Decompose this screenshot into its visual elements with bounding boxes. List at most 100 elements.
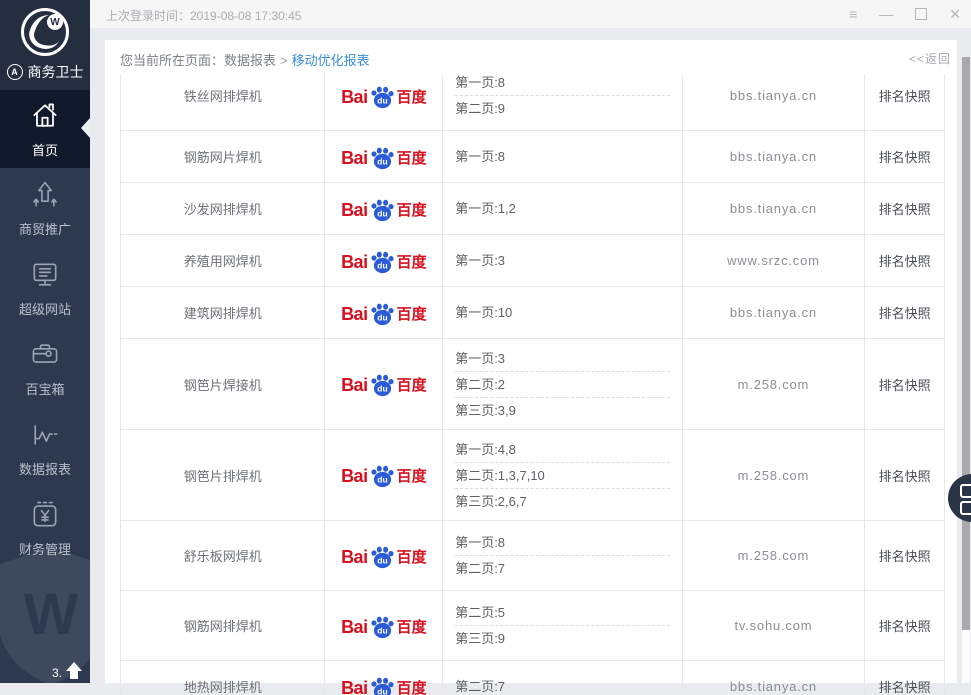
baidu-paw-icon: du: [369, 464, 396, 488]
table-row: 地热网排焊机 Bai du 百度 第二页:7 bbs.tianya.cn 排名快…: [121, 661, 944, 695]
sidebar-item-label: 商贸推广: [19, 219, 71, 238]
promotion-icon: [28, 178, 62, 212]
back-button[interactable]: <<返回: [909, 50, 951, 67]
main-panel: 您当前所在页面：数据报表>移动优化报表 <<返回 铁丝网排焊机 Bai du 百…: [105, 40, 957, 683]
last-login-time: 上次登录时间：2019-08-08 17:30:45: [106, 7, 301, 24]
svg-text:du: du: [377, 384, 387, 394]
snapshot-link[interactable]: 排名快照: [865, 339, 944, 429]
rankings-cell: 第一页:4,8第二页:1,3,7,10第三页:2,6,7: [443, 430, 682, 520]
rankings-cell: 第一页:8: [443, 131, 682, 182]
domain-cell: bbs.tianya.cn: [683, 661, 866, 695]
close-icon[interactable]: ✕: [949, 7, 961, 21]
baidu-paw-icon: du: [369, 85, 396, 109]
scrollbar-thumb[interactable]: [962, 57, 970, 630]
engine-cell: Bai du 百度: [325, 183, 443, 234]
ranking-line: 第一页:8: [455, 144, 669, 169]
keyword-cell: 建筑网排焊机: [121, 287, 325, 338]
snapshot-link[interactable]: 排名快照: [865, 235, 944, 286]
domain-cell: tv.sohu.com: [683, 591, 866, 660]
keyword-cell: 钢笆片焊接机: [121, 339, 325, 429]
ranking-line: 第三页:2,6,7: [455, 489, 669, 514]
breadcrumb-current[interactable]: 移动优化报表: [292, 53, 370, 68]
ranking-line: 第二页:1,3,7,10: [455, 463, 669, 489]
menu-icon[interactable]: ≡: [849, 7, 857, 21]
table-row: 沙发网排焊机 Bai du 百度 第一页:1,2 bbs.tianya.cn 排…: [121, 183, 944, 235]
snapshot-link[interactable]: 排名快照: [865, 183, 944, 234]
sidebar-item-label: 财务管理: [19, 539, 71, 558]
engine-cell: Bai du 百度: [325, 339, 443, 429]
ranking-table: 铁丝网排焊机 Bai du 百度 第一页:8第二页:9 bbs.tianya.c…: [120, 74, 945, 695]
sidebar-nav: 首页 商贸推广 超级网站 百宝箱 数据报表 财务管理: [0, 90, 90, 568]
up-arrow-icon[interactable]: [66, 662, 82, 680]
snapshot-link[interactable]: 排名快照: [865, 591, 944, 660]
baidu-paw-icon: du: [369, 676, 396, 695]
table-row: 钢筋网排焊机 Bai du 百度 第二页:5第三页:9 tv.sohu.com …: [121, 591, 944, 661]
engine-cell: Bai du 百度: [325, 521, 443, 590]
baidu-logo-icon: Bai du 百度: [341, 85, 427, 107]
breadcrumb: 您当前所在页面：数据报表>移动优化报表: [120, 50, 957, 69]
snapshot-link[interactable]: 排名快照: [865, 661, 944, 695]
engine-cell: Bai du 百度: [325, 74, 443, 130]
scrollbar-track: [962, 57, 970, 683]
ranking-line: 第三页:3,9: [455, 398, 669, 423]
baidu-paw-icon: du: [369, 250, 396, 274]
baidu-paw-icon: du: [369, 302, 396, 326]
domain-cell: www.srzc.com: [683, 235, 866, 286]
snapshot-link[interactable]: 排名快照: [865, 74, 944, 130]
sidebar: W A 商务卫士 首页 商贸推广 超级网站 百宝箱 数据报表 财务管理 W 3.: [0, 0, 90, 683]
sidebar-item-label: 首页: [32, 140, 58, 159]
rankings-cell: 第一页:3第二页:2第三页:3,9: [443, 339, 682, 429]
finance-icon: [28, 498, 62, 532]
logo-letter: W: [47, 14, 63, 30]
snapshot-link[interactable]: 排名快照: [865, 287, 944, 338]
svg-text:du: du: [377, 475, 387, 485]
sidebar-item-label: 超级网站: [19, 299, 71, 318]
table-row: 铁丝网排焊机 Bai du 百度 第一页:8第二页:9 bbs.tianya.c…: [121, 74, 944, 131]
rankings-cell: 第二页:7: [443, 661, 682, 695]
baidu-paw-icon: du: [369, 198, 396, 222]
breadcrumb-separator: >: [280, 53, 288, 68]
reports-icon: [28, 418, 62, 452]
baidu-logo-icon: Bai du 百度: [341, 373, 427, 395]
sidebar-item-label: 数据报表: [19, 459, 71, 478]
app-logo-icon: W: [21, 8, 69, 56]
keyword-cell: 沙发网排焊机: [121, 183, 325, 234]
snapshot-link[interactable]: 排名快照: [865, 521, 944, 590]
table-row: 钢筋网片焊机 Bai du 百度 第一页:8 bbs.tianya.cn 排名快…: [121, 131, 944, 183]
domain-cell: bbs.tianya.cn: [683, 183, 866, 234]
snapshot-link[interactable]: 排名快照: [865, 430, 944, 520]
sidebar-item-promotion[interactable]: 商贸推广: [0, 168, 90, 248]
sidebar-item-finance[interactable]: 财务管理: [0, 488, 90, 568]
sidebar-item-reports[interactable]: 数据报表: [0, 408, 90, 488]
snapshot-link[interactable]: 排名快照: [865, 131, 944, 182]
ranking-line: 第二页:9: [455, 96, 669, 121]
rankings-cell: 第一页:10: [443, 287, 682, 338]
sidebar-item-website[interactable]: 超级网站: [0, 248, 90, 328]
sidebar-item-home[interactable]: 首页: [0, 90, 90, 168]
baidu-logo-icon: Bai du 百度: [341, 146, 427, 168]
home-icon: [28, 99, 62, 133]
ranking-line: 第一页:8: [455, 530, 669, 556]
table-row: 养殖用网焊机 Bai du 百度 第一页:3 www.srzc.com 排名快照: [121, 235, 944, 287]
breadcrumb-section[interactable]: 数据报表: [224, 53, 276, 68]
baidu-paw-icon: du: [369, 545, 396, 569]
keyword-cell: 钢筋网排焊机: [121, 591, 325, 660]
svg-text:du: du: [377, 156, 387, 166]
maximize-icon[interactable]: [915, 8, 927, 20]
toolbox-icon: [28, 338, 62, 372]
baidu-logo-icon: Bai du 百度: [341, 464, 427, 486]
baidu-logo-icon: Bai du 百度: [341, 615, 427, 637]
engine-cell: Bai du 百度: [325, 287, 443, 338]
ranking-line: 第二页:7: [455, 674, 669, 695]
ranking-line: 第二页:5: [455, 600, 669, 626]
rankings-cell: 第一页:1,2: [443, 183, 682, 234]
domain-cell: m.258.com: [683, 521, 866, 590]
keyword-cell: 养殖用网焊机: [121, 235, 325, 286]
engine-cell: Bai du 百度: [325, 235, 443, 286]
ranking-line: 第一页:8: [455, 74, 669, 96]
domain-cell: bbs.tianya.cn: [683, 287, 866, 338]
sidebar-item-toolbox[interactable]: 百宝箱: [0, 328, 90, 408]
keyword-cell: 钢笆片排焊机: [121, 430, 325, 520]
minimize-icon[interactable]: —: [879, 7, 893, 21]
website-icon: [28, 258, 62, 292]
